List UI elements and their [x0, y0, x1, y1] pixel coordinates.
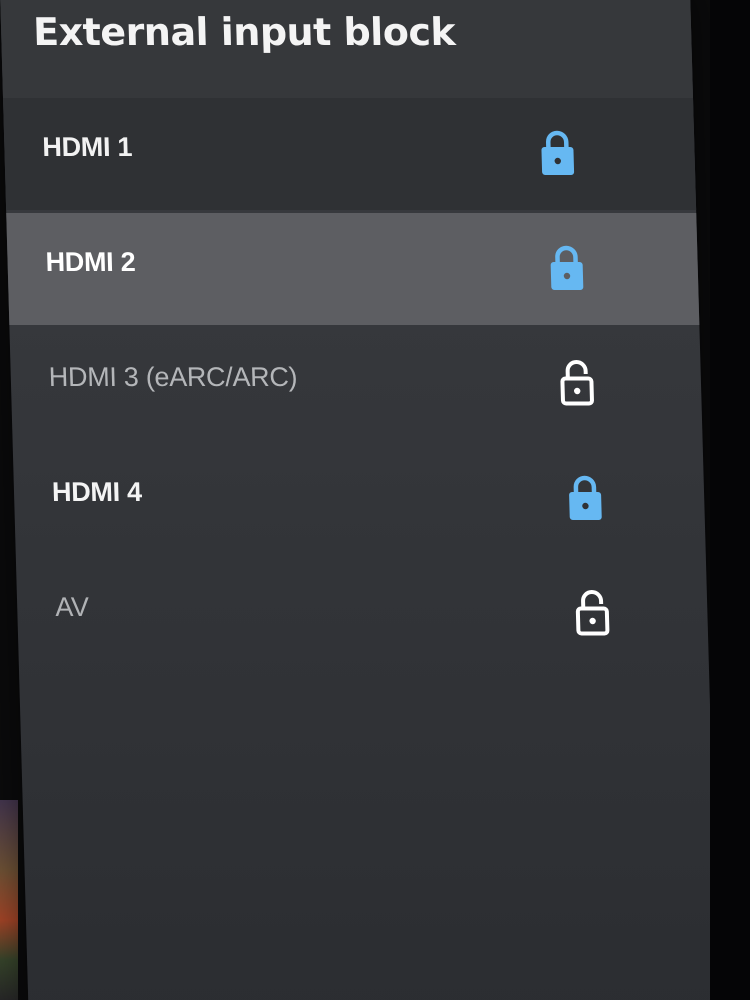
lock-closed-icon[interactable] [548, 243, 585, 293]
tv-bezel [710, 0, 750, 1000]
input-row-hdmi-4[interactable]: HDMI 4 [13, 443, 706, 555]
input-row-hdmi-1[interactable]: HDMI 1 [3, 98, 697, 210]
lock-open-icon[interactable] [558, 358, 595, 408]
input-row-hdmi-3[interactable]: HDMI 3 (eARC/ARC) [9, 328, 702, 440]
input-label: HDMI 1 [41, 132, 133, 162]
input-label: HDMI 2 [45, 247, 136, 277]
screen: External input block HDMI 1 HDMI 2 HDMI … [0, 0, 750, 1000]
input-row-av[interactable]: AV [16, 558, 709, 670]
lock-open-icon[interactable] [574, 588, 611, 638]
input-label: HDMI 4 [51, 477, 143, 507]
panel-header: External input block [0, 0, 694, 98]
page-title: External input block [32, 10, 456, 54]
input-label: AV [54, 592, 90, 622]
lock-closed-icon[interactable] [566, 473, 603, 523]
background-artwork-edge [0, 800, 18, 1000]
external-input-block-panel: External input block HDMI 1 HDMI 2 HDMI … [0, 0, 719, 1000]
input-row-hdmi-2[interactable]: HDMI 2 [6, 213, 700, 325]
input-label: HDMI 3 (eARC/ARC) [48, 362, 298, 392]
lock-closed-icon[interactable] [539, 128, 576, 178]
